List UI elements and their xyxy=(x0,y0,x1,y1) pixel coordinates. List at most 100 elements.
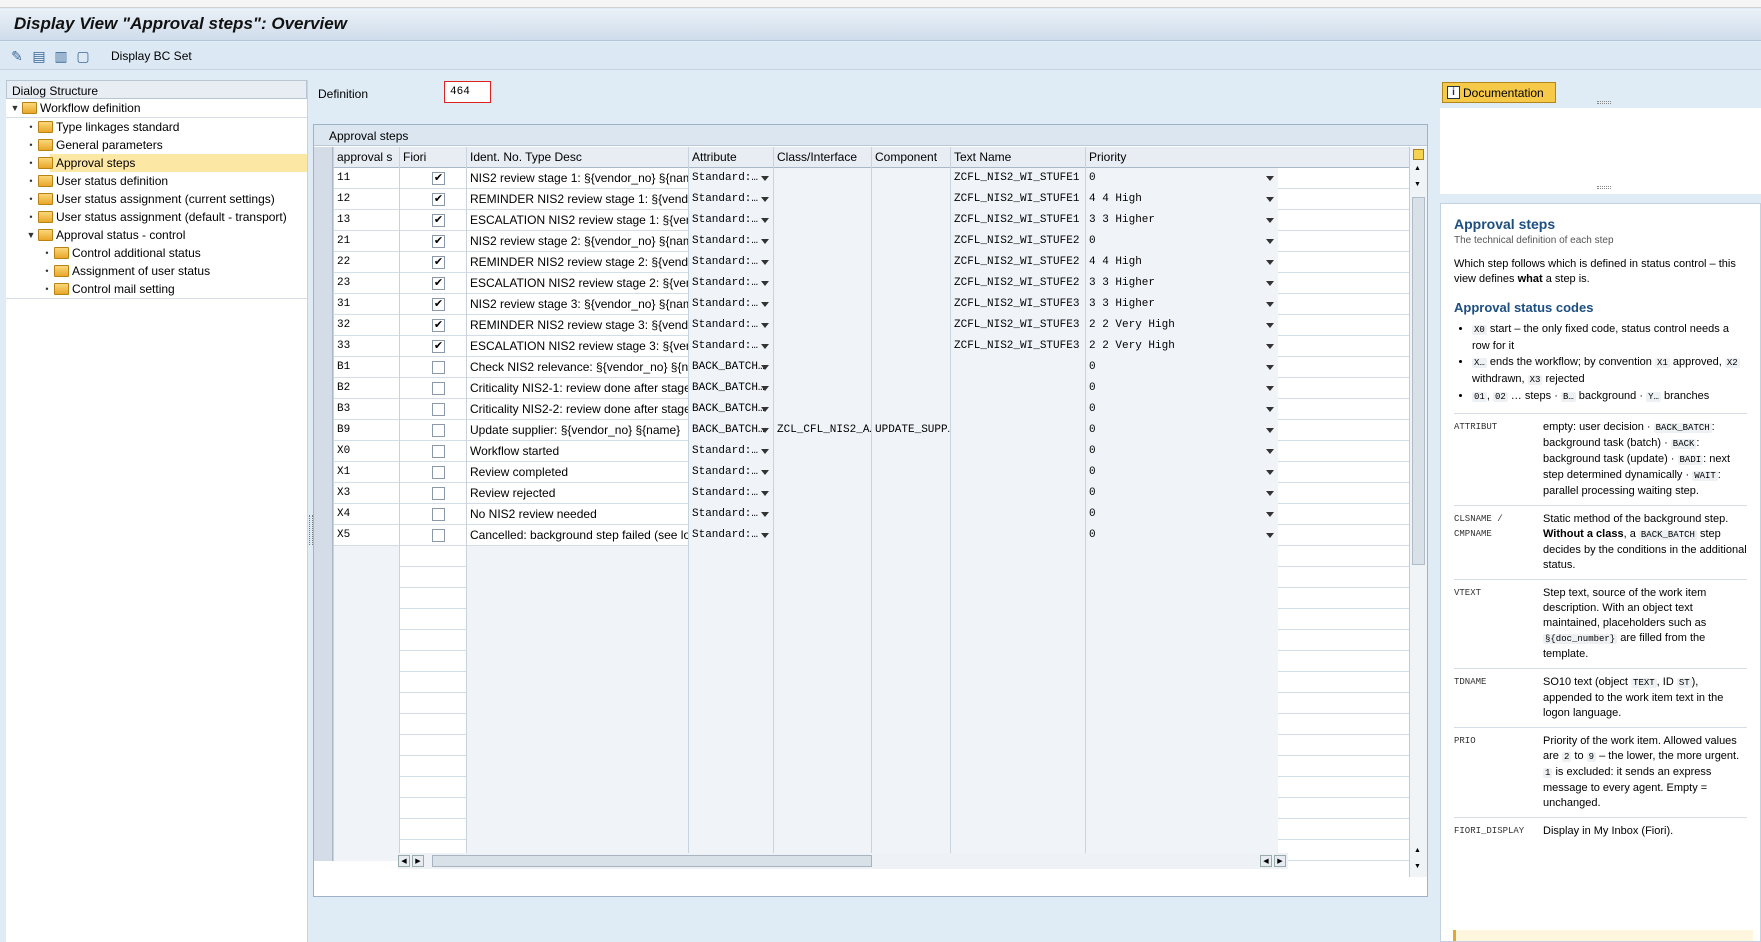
fiori-checkbox[interactable]: ✔ xyxy=(432,298,445,311)
column-header[interactable]: Attribute xyxy=(688,147,773,168)
cell-prio[interactable]: 0 xyxy=(1085,168,1278,189)
tree-node[interactable]: • General parameters xyxy=(6,136,307,154)
vertical-scroll-thumb[interactable] xyxy=(1412,197,1425,565)
cell-attr[interactable]: Standard:… xyxy=(688,189,773,210)
fiori-checkbox[interactable]: ✔ xyxy=(432,193,445,206)
empty-row[interactable] xyxy=(314,693,1409,714)
cell-attr[interactable]: Standard:… xyxy=(688,525,773,546)
dropdown-arrow-icon[interactable] xyxy=(1266,260,1274,265)
table-row[interactable]: X0 Workflow started Standard:… 0 xyxy=(314,441,1409,462)
row-selector[interactable] xyxy=(314,462,333,483)
cell-prio[interactable]: 2 2 Very High xyxy=(1085,336,1278,357)
fiori-checkbox[interactable] xyxy=(432,382,445,395)
empty-row[interactable] xyxy=(314,714,1409,735)
table-row[interactable]: 12 ✔ REMINDER NIS2 review stage 1: §{vendo… xyxy=(314,189,1409,210)
row-selector[interactable] xyxy=(314,588,333,609)
table-row[interactable]: 31 ✔ NIS2 review stage 3: §{vendor_no} §{n… xyxy=(314,294,1409,315)
cell-attr[interactable]: BACK_BATCH… xyxy=(688,378,773,399)
row-selector[interactable] xyxy=(314,714,333,735)
cell-prio[interactable]: 0 xyxy=(1085,462,1278,483)
fiori-checkbox[interactable]: ✔ xyxy=(432,319,445,332)
cell-attr[interactable]: Standard:… xyxy=(688,504,773,525)
table-row[interactable]: 33 ✔ ESCALATION NIS2 review stage 3: §{ven… xyxy=(314,336,1409,357)
empty-row[interactable] xyxy=(314,798,1409,819)
dropdown-arrow-icon[interactable] xyxy=(761,218,769,223)
row-selector[interactable] xyxy=(314,483,333,504)
cell-prio[interactable]: 0 xyxy=(1085,483,1278,504)
tree-node[interactable]: • Control additional status xyxy=(6,244,307,262)
cell-prio[interactable]: 0 xyxy=(1085,441,1278,462)
vertical-scrollbar[interactable]: ▲ ▼ ▲ ▼ xyxy=(1409,147,1427,877)
dropdown-arrow-icon[interactable] xyxy=(761,323,769,328)
dropdown-arrow-icon[interactable] xyxy=(1266,407,1274,412)
fiori-checkbox[interactable] xyxy=(432,529,445,542)
dropdown-arrow-icon[interactable] xyxy=(761,281,769,286)
row-selector[interactable] xyxy=(314,798,333,819)
row-selector[interactable] xyxy=(314,609,333,630)
empty-row[interactable] xyxy=(314,546,1409,567)
fiori-checkbox[interactable] xyxy=(432,403,445,416)
row-selector[interactable] xyxy=(314,357,333,378)
cell-attr[interactable]: BACK_BATCH… xyxy=(688,420,773,441)
tree-node[interactable]: • User status assignment (default - trans… xyxy=(6,208,307,226)
row-selector[interactable] xyxy=(314,273,333,294)
cell-prio[interactable]: 3 3 Higher xyxy=(1085,294,1278,315)
empty-row[interactable] xyxy=(314,609,1409,630)
select-block-icon[interactable]: ▥ xyxy=(52,47,70,65)
horizontal-scrollbar[interactable]: ◀ ▶ ◀ ▶ xyxy=(398,853,1288,869)
dropdown-arrow-icon[interactable] xyxy=(761,386,769,391)
cell-prio[interactable]: 0 xyxy=(1085,399,1278,420)
row-selector[interactable] xyxy=(314,735,333,756)
select-all-icon[interactable]: ▤ xyxy=(30,47,48,65)
column-header[interactable]: Fiori xyxy=(399,147,466,168)
expand-toggle-icon[interactable]: ▼ xyxy=(26,226,36,244)
cell-attr[interactable]: Standard:… xyxy=(688,273,773,294)
definition-field[interactable]: 464 xyxy=(444,81,491,103)
dropdown-arrow-icon[interactable] xyxy=(1266,302,1274,307)
row-selector[interactable] xyxy=(314,504,333,525)
scroll-right-icon[interactable]: ▶ xyxy=(1274,855,1286,867)
tree-node[interactable]: • Control mail setting xyxy=(6,280,307,298)
row-selector[interactable] xyxy=(314,420,333,441)
table-row[interactable]: B1 Check NIS2 relevance: §{vendor_no} §{n… xyxy=(314,357,1409,378)
empty-row[interactable] xyxy=(314,735,1409,756)
table-row[interactable]: 23 ✔ ESCALATION NIS2 review stage 2: §{ven… xyxy=(314,273,1409,294)
display-change-icon[interactable]: ✎ xyxy=(8,47,26,65)
cell-prio[interactable]: 3 3 Higher xyxy=(1085,210,1278,231)
dropdown-arrow-icon[interactable] xyxy=(1266,365,1274,370)
row-selector[interactable] xyxy=(314,525,333,546)
table-row[interactable]: B9 Update supplier: §{vendor_no} §{name} B… xyxy=(314,420,1409,441)
cell-attr[interactable]: Standard:… xyxy=(688,294,773,315)
fiori-checkbox[interactable]: ✔ xyxy=(432,214,445,227)
cell-attr[interactable]: Standard:… xyxy=(688,462,773,483)
dropdown-arrow-icon[interactable] xyxy=(761,470,769,475)
empty-row[interactable] xyxy=(314,567,1409,588)
dropdown-arrow-icon[interactable] xyxy=(761,491,769,496)
dropdown-arrow-icon[interactable] xyxy=(761,428,769,433)
fiori-checkbox[interactable]: ✔ xyxy=(432,235,445,248)
scroll-down-icon[interactable]: ▼ xyxy=(1414,863,1421,870)
scroll-up-icon[interactable]: ▲ xyxy=(1414,165,1421,172)
row-selector[interactable] xyxy=(314,168,333,189)
column-header[interactable]: Text Name xyxy=(950,147,1085,168)
expand-toggle-icon[interactable]: ▼ xyxy=(10,99,20,117)
row-selector[interactable] xyxy=(314,630,333,651)
scroll-up-bottom-icon[interactable]: ▲ xyxy=(1414,847,1421,854)
row-selector[interactable] xyxy=(314,441,333,462)
table-row[interactable]: 11 ✔ NIS2 review stage 1: §{vendor_no} §{n… xyxy=(314,168,1409,189)
tree-node[interactable]: • User status assignment (current setting… xyxy=(6,190,307,208)
cell-prio[interactable]: 4 4 High xyxy=(1085,252,1278,273)
scroll-left-end-icon[interactable]: ◀ xyxy=(1260,855,1272,867)
horizontal-scroll-thumb[interactable] xyxy=(432,855,872,867)
fiori-checkbox[interactable]: ✔ xyxy=(432,340,445,353)
fiori-checkbox[interactable]: ✔ xyxy=(432,256,445,269)
dropdown-arrow-icon[interactable] xyxy=(1266,449,1274,454)
cell-prio[interactable]: 0 xyxy=(1085,420,1278,441)
table-row[interactable]: 22 ✔ REMINDER NIS2 review stage 2: §{vendo… xyxy=(314,252,1409,273)
row-selector[interactable] xyxy=(314,567,333,588)
row-selector[interactable] xyxy=(314,189,333,210)
dropdown-arrow-icon[interactable] xyxy=(761,512,769,517)
table-row[interactable]: X1 Review completed Standard:… 0 xyxy=(314,462,1409,483)
scroll-left-icon[interactable]: ◀ xyxy=(398,855,410,867)
table-row[interactable]: X5 Cancelled: background step failed (see… xyxy=(314,525,1409,546)
